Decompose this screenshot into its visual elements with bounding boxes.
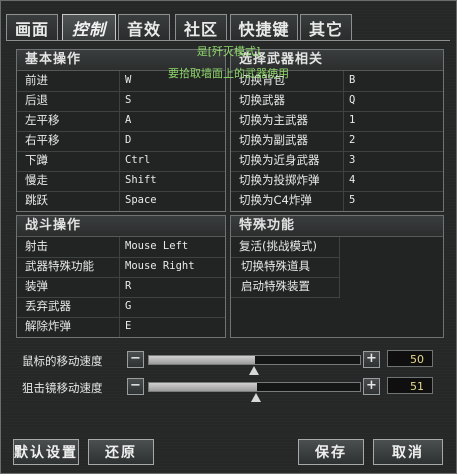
scope-speed-decrease-button[interactable]: − — [127, 378, 144, 395]
action-label: 射击 — [25, 239, 48, 253]
mouse-speed-slider[interactable] — [148, 355, 361, 365]
key-value: Mouse Left — [125, 240, 189, 252]
tab-hotkeys[interactable]: 快捷键 — [230, 14, 298, 41]
keybind-row[interactable]: 装弹 R — [17, 277, 225, 298]
action-label: 跳跃 — [25, 193, 48, 207]
key-value: Shift — [125, 174, 157, 186]
keybind-row[interactable]: 慢走 Shift — [17, 171, 225, 192]
keybind-row[interactable]: 左平移 A — [17, 111, 225, 132]
action-label: 丢弃武器 — [25, 299, 71, 313]
slider-fill — [149, 356, 255, 364]
mouse-speed-increase-button[interactable]: + — [363, 351, 380, 368]
action-label: 切换为C4炸弹 — [239, 193, 312, 207]
scope-speed-value[interactable]: 51 — [387, 377, 433, 394]
slider-fill — [149, 383, 257, 391]
keybind-row[interactable]: 丢弃武器 G — [17, 297, 225, 318]
special-label: 切换特殊道具 — [241, 259, 310, 273]
action-label: 切换为投掷炸弹 — [239, 173, 320, 187]
keybind-row[interactable]: 切换为主武器 1 — [231, 111, 443, 132]
action-label: 左平移 — [25, 113, 60, 127]
special-label: 启动特殊装置 — [241, 279, 310, 293]
key-value: D — [125, 134, 132, 146]
slider-thumb[interactable] — [248, 366, 259, 375]
mouse-speed-label: 鼠标的移动速度 — [22, 354, 103, 368]
tab-label: 控制 — [71, 20, 106, 39]
key-value: 4 — [349, 174, 356, 186]
tab-sound[interactable]: 音效 — [118, 14, 170, 41]
mouse-speed-decrease-button[interactable]: − — [127, 351, 144, 368]
tab-label: 快捷键 — [238, 20, 290, 39]
action-label: 右平移 — [25, 133, 60, 147]
tab-display[interactable]: 画面 — [6, 14, 58, 41]
tab-label: 其它 — [308, 20, 343, 39]
keybind-row[interactable]: 解除炸弹 E — [17, 317, 225, 337]
special-label: 复活(挑战模式) — [239, 239, 317, 253]
panel-title: 战斗操作 — [17, 216, 225, 237]
tab-control[interactable]: 控制 — [62, 14, 116, 41]
combat-panel: 战斗操作 射击 Mouse Left 武器特殊功能 Mouse Right 装弹 R … — [16, 215, 226, 338]
tab-other[interactable]: 其它 — [300, 14, 352, 41]
panel-title: 特殊功能 — [231, 216, 443, 237]
scope-speed-slider[interactable] — [148, 382, 361, 392]
keybind-row[interactable]: 切换为副武器 2 — [231, 131, 443, 152]
key-value: R — [125, 280, 132, 292]
key-value: A — [125, 114, 132, 126]
special-panel: 特殊功能 复活(挑战模式) 切换特殊道具 启动特殊装置 — [230, 215, 444, 338]
key-value: G — [125, 300, 132, 312]
key-value: Q — [349, 94, 356, 106]
tab-label: 画面 — [14, 20, 49, 39]
restore-button[interactable]: 还原 — [88, 439, 154, 465]
key-value: Space — [125, 194, 157, 206]
save-button[interactable]: 保存 — [298, 439, 364, 465]
keybind-row[interactable]: 武器特殊功能 Mouse Right — [17, 257, 225, 278]
action-label: 切换为副武器 — [239, 133, 308, 147]
key-value: 2 — [349, 134, 356, 146]
keybind-row[interactable]: 切换为投掷炸弹 4 — [231, 171, 443, 192]
mode-notice: 是[歼灭模式] — [196, 45, 261, 58]
keybind-row[interactable]: 射击 Mouse Left — [17, 237, 225, 258]
key-value: 5 — [349, 194, 356, 206]
action-label: 下蹲 — [25, 153, 48, 167]
key-value: Mouse Right — [125, 260, 195, 272]
tab-divider — [6, 40, 450, 41]
scope-speed-increase-button[interactable]: + — [363, 378, 380, 395]
action-label: 切换为主武器 — [239, 113, 308, 127]
action-label: 武器特殊功能 — [25, 259, 94, 273]
keybind-row[interactable]: 右平移 D — [17, 131, 225, 152]
key-value: 3 — [349, 154, 356, 166]
key-value: S — [125, 94, 132, 106]
key-value: E — [125, 320, 132, 332]
keybind-row[interactable]: 跳跃 Space — [17, 191, 225, 211]
action-label: 后退 — [25, 93, 48, 107]
slider-thumb[interactable] — [250, 393, 261, 402]
default-settings-button[interactable]: 默认设置 — [13, 439, 79, 465]
mouse-speed-value[interactable]: 50 — [387, 350, 433, 367]
tab-label: 社区 — [183, 20, 218, 39]
keybind-row[interactable]: 下蹲 Ctrl — [17, 151, 225, 172]
special-item[interactable]: 切换特殊道具 — [231, 257, 340, 278]
keybind-row[interactable]: 后退 S — [17, 91, 225, 112]
special-item[interactable]: 复活(挑战模式) — [231, 237, 340, 258]
tab-label: 音效 — [126, 20, 161, 39]
action-label: 切换武器 — [239, 93, 285, 107]
key-value: Ctrl — [125, 154, 151, 166]
action-label: 解除炸弹 — [25, 319, 71, 333]
tab-community[interactable]: 社区 — [175, 14, 227, 41]
key-value: 1 — [349, 114, 356, 126]
pickup-notice: 要拾取墙面上的武器使用 — [168, 67, 289, 80]
action-label: 切换为近身武器 — [239, 153, 320, 167]
special-item[interactable]: 启动特殊装置 — [231, 277, 340, 298]
keybind-row[interactable]: 切换为C4炸弹 5 — [231, 191, 443, 211]
action-label: 慢走 — [25, 173, 48, 187]
keybind-row[interactable]: 切换武器 Q — [231, 91, 443, 112]
action-label: 装弹 — [25, 279, 48, 293]
scope-speed-label: 狙击镜移动速度 — [22, 381, 103, 395]
keybind-row[interactable]: 切换为近身武器 3 — [231, 151, 443, 172]
cancel-button[interactable]: 取消 — [373, 439, 443, 465]
